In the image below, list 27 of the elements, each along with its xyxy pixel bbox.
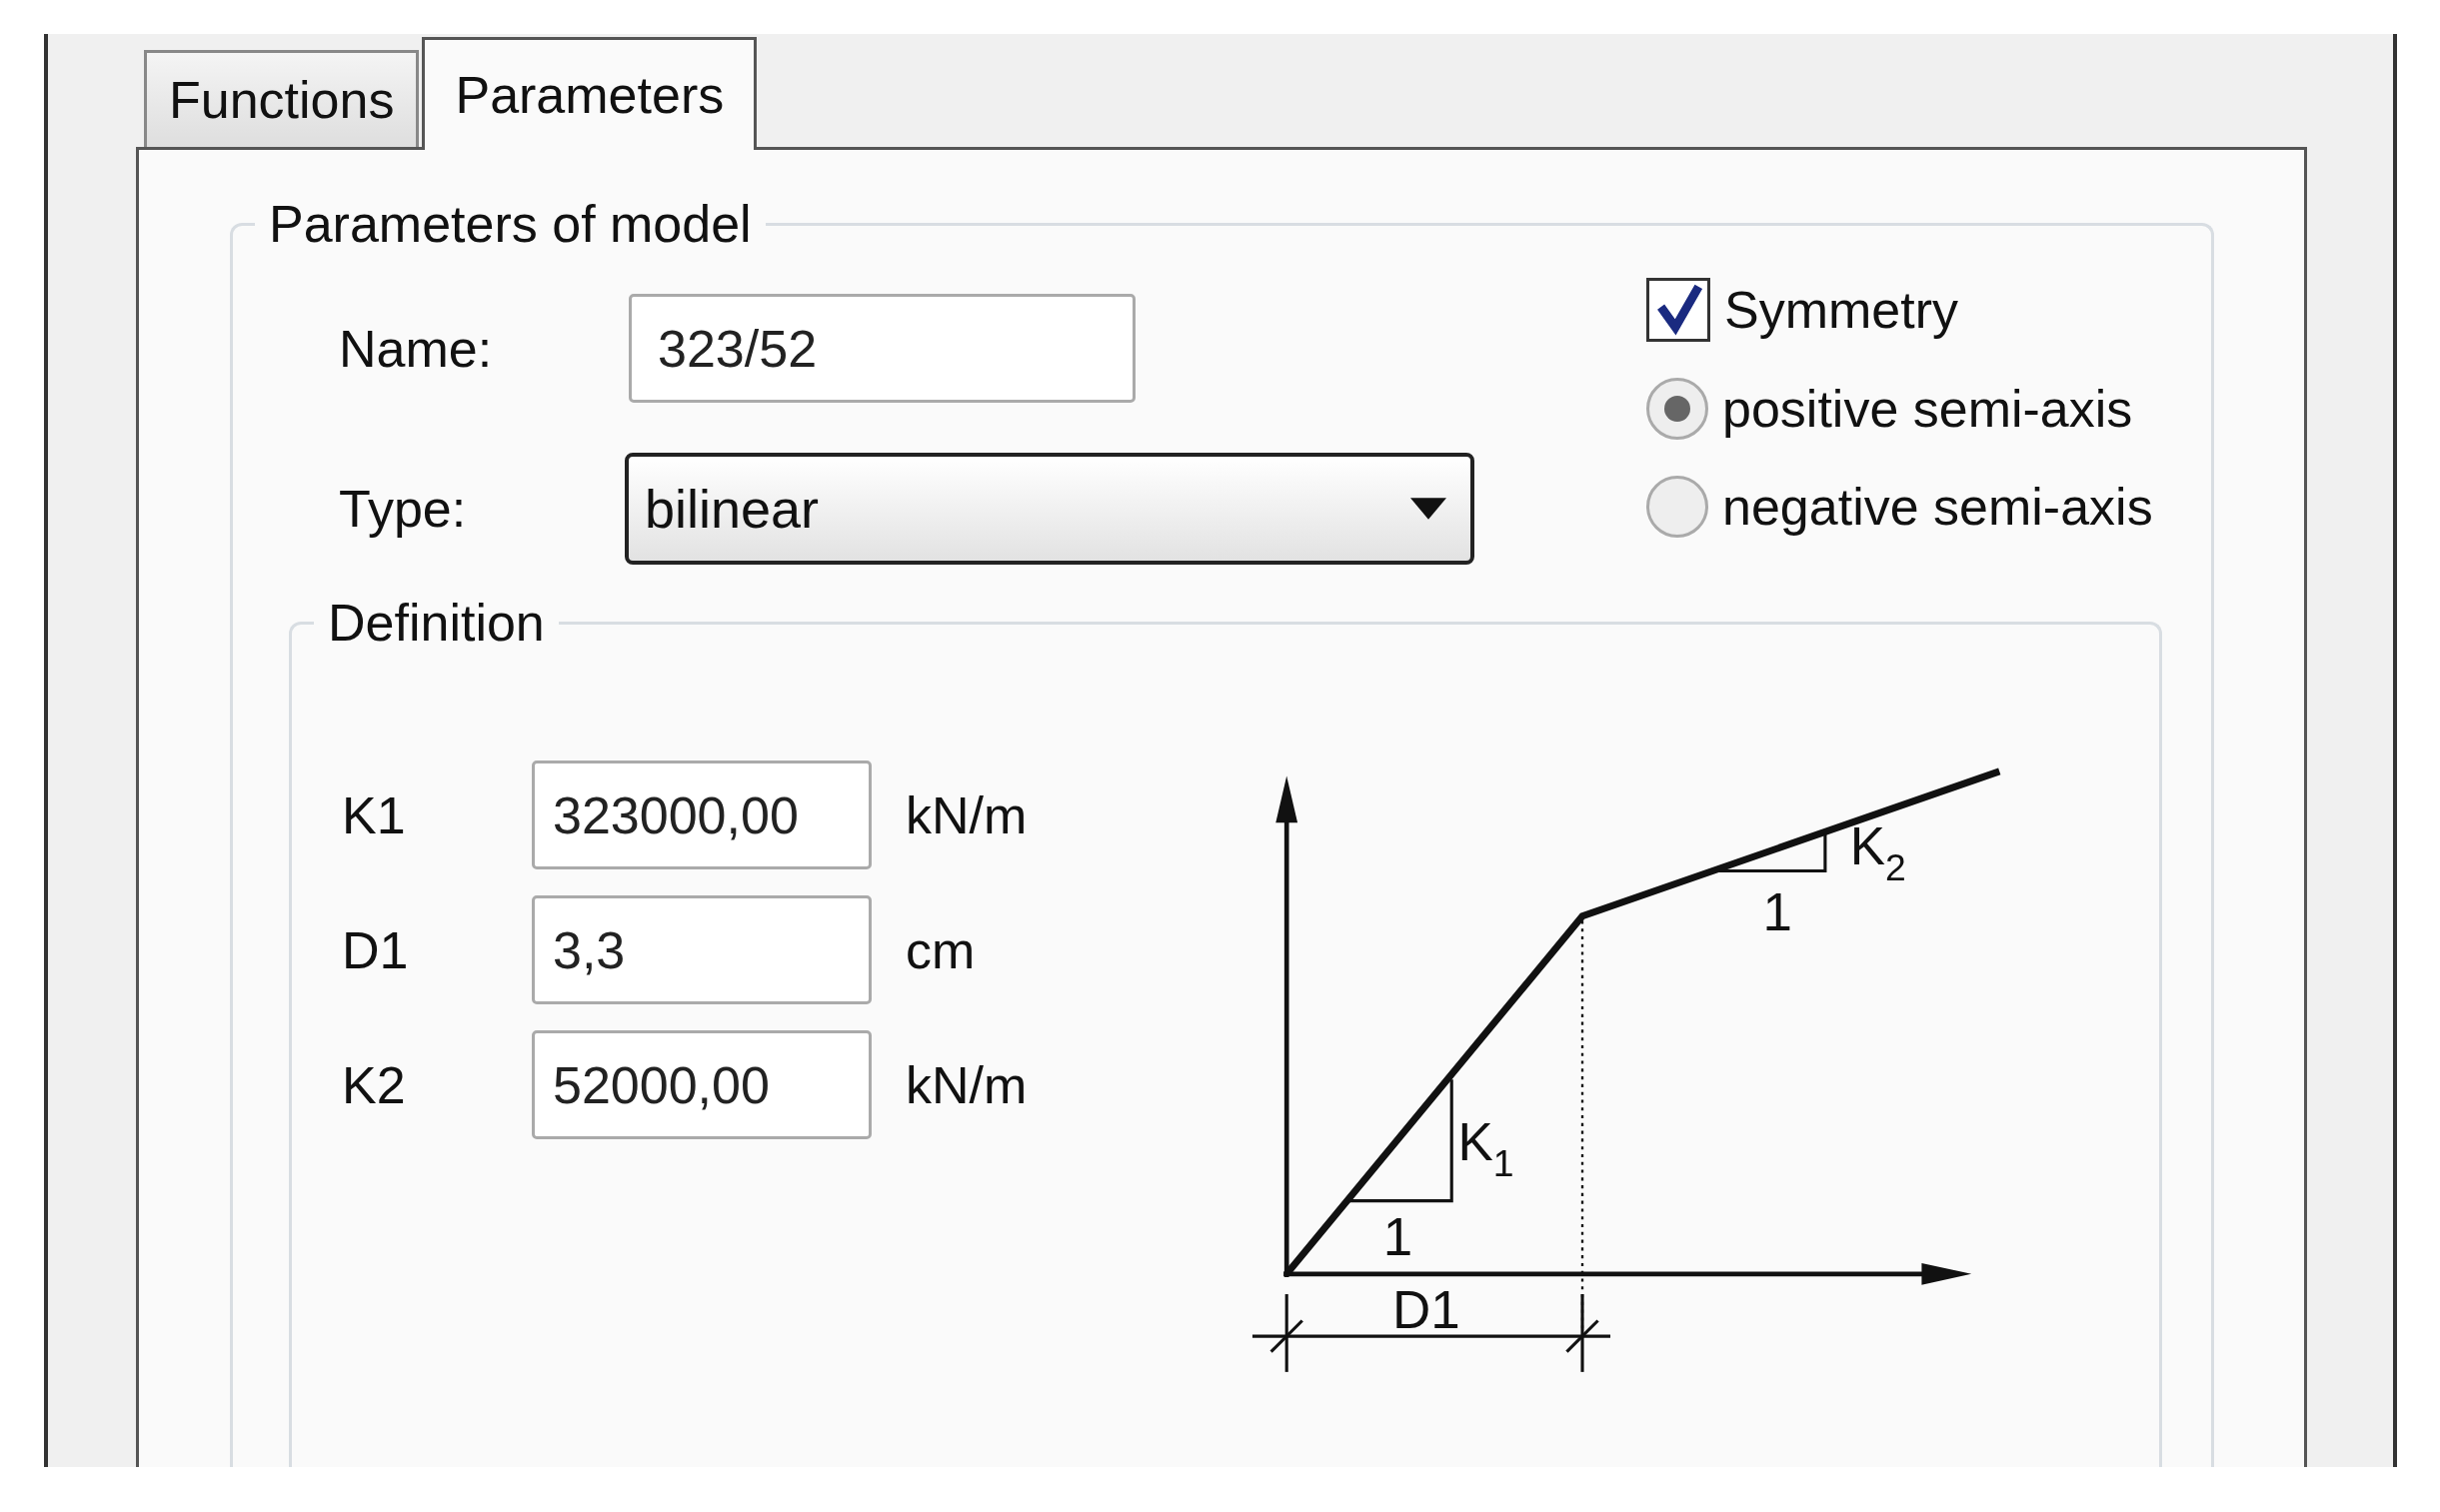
tab[interactable]: Parameters (422, 37, 758, 150)
dimension-label: D1 (1392, 1280, 1460, 1340)
slope-label: K$_{1}$ (1457, 1112, 1514, 1184)
type-dropdown[interactable]: bilinear (625, 453, 1474, 565)
run-label: 1 (1382, 1207, 1413, 1267)
name-field[interactable]: 323/52 (629, 294, 1136, 403)
unit-label: kN/m (906, 784, 1029, 845)
unit-label: cm (906, 919, 977, 980)
checkbox-label: Symmetry (1724, 280, 1958, 340)
group-title: Definition (327, 593, 546, 653)
symmetry-checkbox[interactable] (1646, 278, 1710, 342)
group-title: Parameters of model (268, 194, 753, 254)
parameter-label: D1 (342, 919, 410, 980)
parameter-field[interactable]: 3,3 (532, 895, 872, 1004)
caret-icon (1410, 498, 1446, 520)
parameter-label: K2 (342, 1054, 407, 1115)
tab[interactable]: Functions (144, 50, 420, 147)
radio-label: positive semi-axis (1722, 379, 2133, 439)
radio-label: negative semi-axis (1722, 477, 2153, 537)
parameter-label: K1 (342, 784, 407, 845)
run-label: 1 (1762, 881, 1793, 941)
parameter-field[interactable]: 323000,00 (532, 760, 872, 869)
field-label: Name: (339, 318, 494, 379)
parameter-field[interactable]: 52000,00 (532, 1030, 872, 1139)
field-label: Type: (339, 479, 468, 539)
unit-label: kN/m (906, 1054, 1029, 1115)
slope-label: K$_{2}$ (1849, 816, 1906, 888)
